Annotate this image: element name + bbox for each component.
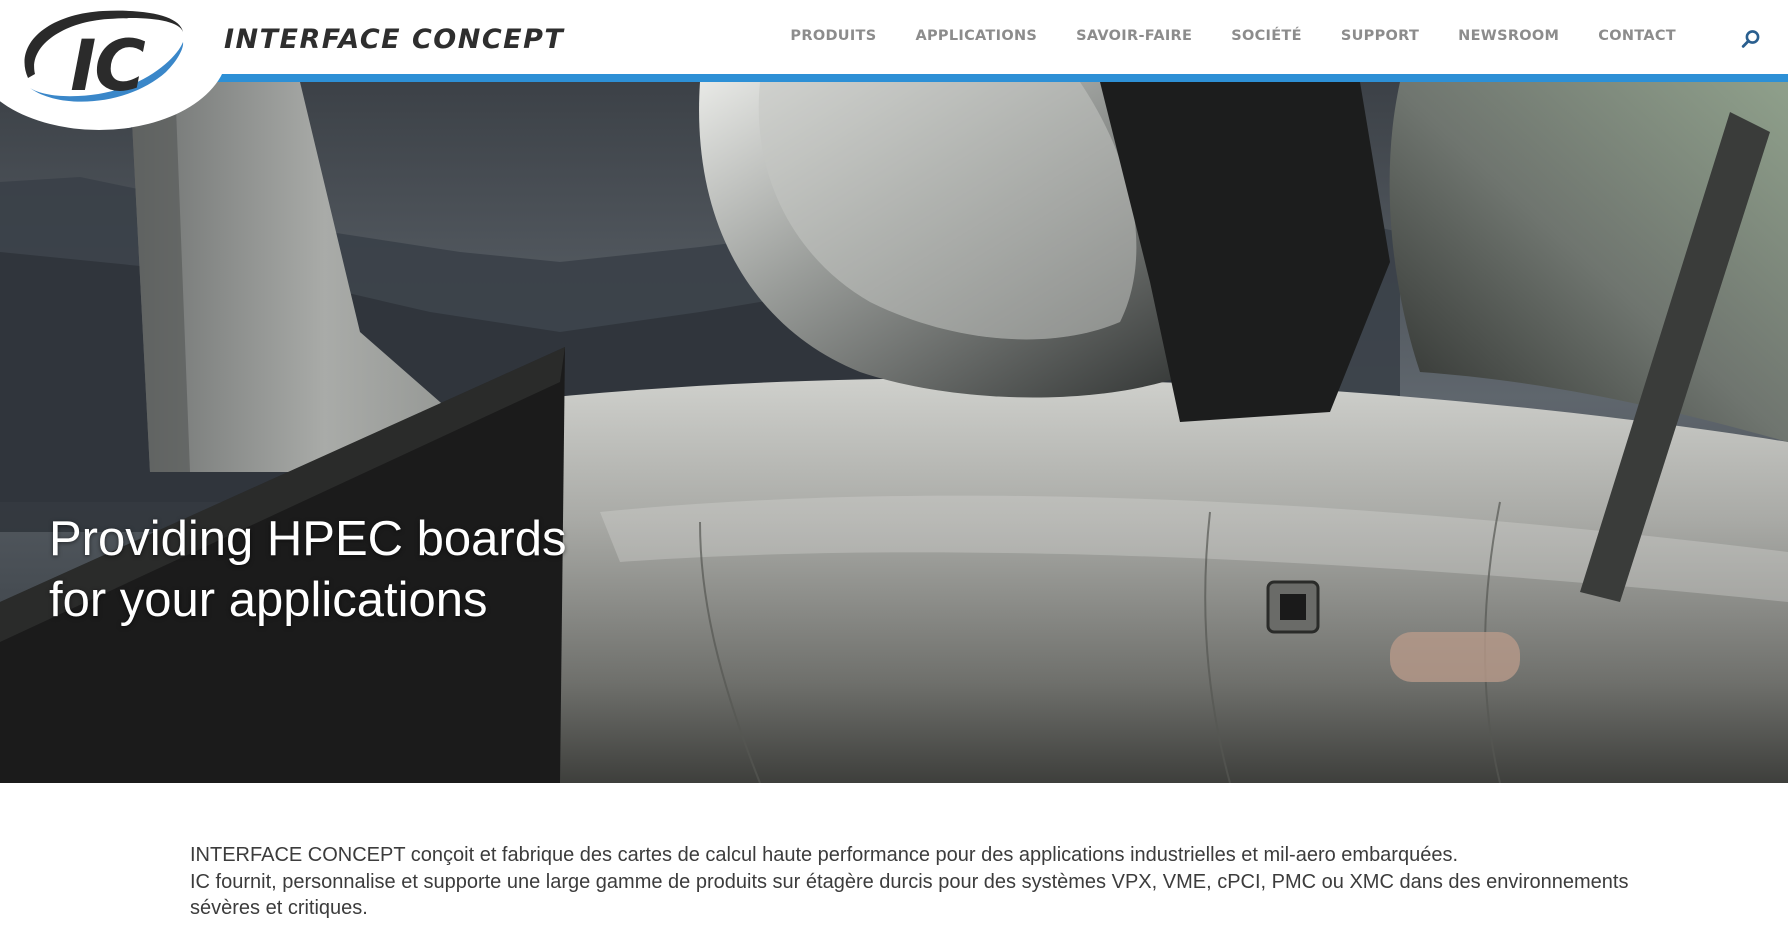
nav-item-applications[interactable]: APPLICATIONS bbox=[915, 28, 1037, 44]
brand-name: INTERFACE CONCEPT bbox=[224, 24, 565, 55]
nav-item-newsroom[interactable]: NEWSROOM bbox=[1458, 28, 1559, 44]
main-nav: PRODUITS APPLICATIONS SAVOIR-FAIRE SOCIÉ… bbox=[790, 0, 1788, 74]
intro-line-3: sévères et critiques. bbox=[190, 897, 368, 919]
header-accent-bar bbox=[0, 74, 1788, 82]
nav-item-savoir-faire[interactable]: SAVOIR-FAIRE bbox=[1076, 28, 1192, 44]
nav-item-contact[interactable]: CONTACT bbox=[1598, 28, 1676, 44]
hero-jet-image bbox=[0, 82, 1788, 783]
intro-paragraph: INTERFACE CONCEPT conçoit et fabrique de… bbox=[190, 842, 1690, 922]
nav-item-produits[interactable]: PRODUITS bbox=[790, 28, 876, 44]
search-icon[interactable] bbox=[1740, 28, 1762, 50]
hero-headline-line-1: Providing HPEC boards bbox=[49, 512, 567, 566]
hero-headline: Providing HPEC boards for your applicati… bbox=[49, 509, 566, 631]
logo-mark-text: IC bbox=[70, 25, 145, 107]
intro-line-1: INTERFACE CONCEPT conçoit et fabrique de… bbox=[190, 844, 1459, 866]
nav-item-societe[interactable]: SOCIÉTÉ bbox=[1231, 28, 1302, 44]
logo-mark: IC bbox=[24, 10, 184, 107]
nav-item-support[interactable]: SUPPORT bbox=[1341, 28, 1419, 44]
intro-line-2: IC fournit, personnalise et supporte une… bbox=[190, 870, 1629, 893]
hero-headline-line-2: for your applications bbox=[49, 573, 488, 627]
hero-banner: Providing HPEC boards for your applicati… bbox=[0, 82, 1788, 783]
